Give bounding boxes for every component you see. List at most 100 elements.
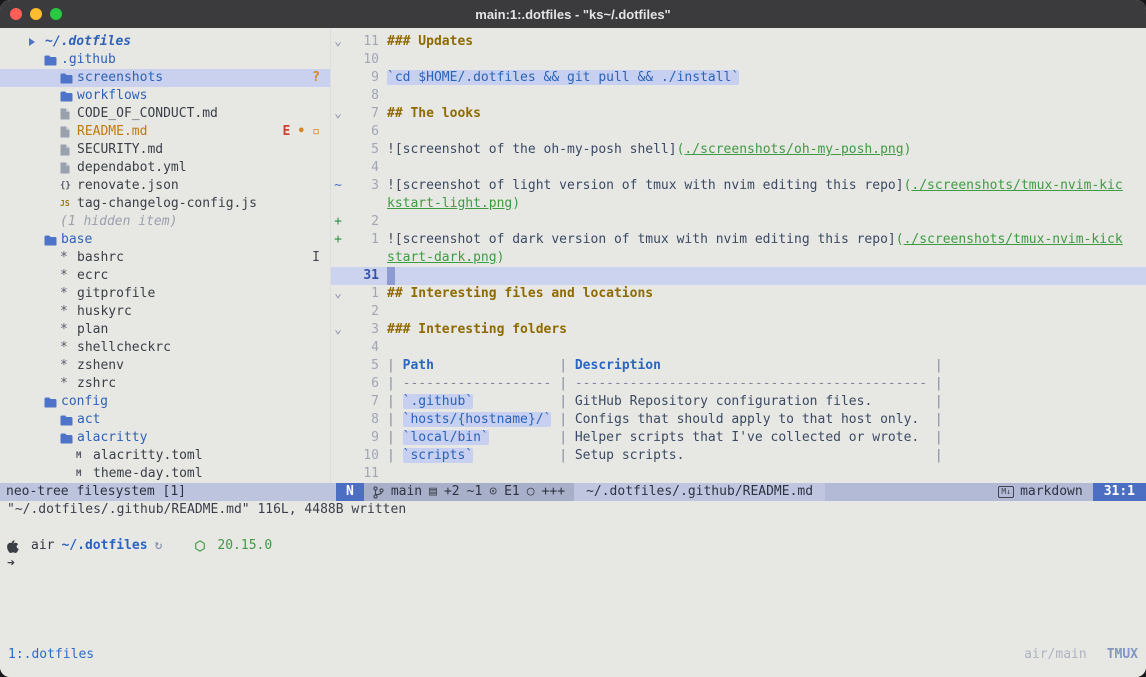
tmux-label: TMUX (1107, 646, 1138, 664)
line-number: 1 (345, 285, 379, 303)
tree-item-.github[interactable]: .github (0, 51, 330, 69)
tree-item-readme.md[interactable]: README.mdE•▫ (0, 123, 330, 141)
tree-item-label: base (61, 231, 92, 249)
tree-item-renovate.json[interactable]: {}renovate.json (0, 177, 330, 195)
json-icon: {} (60, 177, 77, 195)
editor-line[interactable]: kstart-light.png) (331, 195, 1146, 213)
fold-column (331, 159, 345, 177)
line-text (387, 339, 1146, 357)
fold-icon[interactable]: ⌄ (331, 285, 345, 303)
editor-line[interactable]: 6 (331, 123, 1146, 141)
tree-item-zshrc[interactable]: *zshrc (0, 375, 330, 393)
line-number: 9 (345, 69, 379, 87)
tree-item-huskyrc[interactable]: *huskyrc (0, 303, 330, 321)
fold-icon[interactable]: ⌄ (331, 321, 345, 339)
fold-column (331, 303, 345, 321)
line-number: 3 (345, 177, 379, 195)
editor-line[interactable]: 4 (331, 339, 1146, 357)
tree-item-theme-day.toml[interactable]: Mtheme-day.toml (0, 465, 330, 483)
dotfile-icon: * (60, 267, 77, 285)
tree-item-shellcheckrc[interactable]: *shellcheckrc (0, 339, 330, 357)
tree-item-label: huskyrc (77, 303, 132, 321)
git-status-badge: • (297, 123, 305, 141)
tree-item-gitprofile[interactable]: *gitprofile (0, 285, 330, 303)
editor-line[interactable]: 8 (331, 87, 1146, 105)
editor-line[interactable]: 9| `local/bin` | Helper scripts that I'v… (331, 429, 1146, 447)
tree-item-label: README.md (77, 123, 147, 141)
tree-item-bashrc[interactable]: *bashrcI (0, 249, 330, 267)
tree-item-security.md[interactable]: SECURITY.md (0, 141, 330, 159)
editor-line[interactable]: 10| `scripts` | Setup scripts. | (331, 447, 1146, 465)
editor-line[interactable]: 5![screenshot of the oh-my-posh shell](.… (331, 141, 1146, 159)
tree-item-code_of_conduct.md[interactable]: CODE_OF_CONDUCT.md (0, 105, 330, 123)
fold-column (331, 465, 345, 483)
nvim-pane: ~/.dotfiles.githubscreenshots?workflowsC… (0, 28, 1146, 501)
editor-line[interactable]: ⌄7## The looks (331, 105, 1146, 123)
editor-line[interactable]: 9`cd $HOME/.dotfiles && git pull && ./in… (331, 69, 1146, 87)
tree-item-workflows[interactable]: workflows (0, 87, 330, 105)
tree-item-zshenv[interactable]: *zshenv (0, 357, 330, 375)
prompt-path: ~/.dotfiles (61, 537, 147, 555)
line-text: ## The looks (387, 105, 1146, 123)
zoom-button[interactable] (50, 8, 62, 20)
tree-item--1-hidden-item-[interactable]: (1 hidden item) (0, 213, 330, 231)
line-number: 31 (345, 267, 379, 285)
tree-item-plan[interactable]: *plan (0, 321, 330, 339)
git-sign: ~ (331, 177, 345, 195)
git-status-badge: I (312, 249, 320, 267)
line-number: 5 (345, 357, 379, 375)
tree-item-config[interactable]: config (0, 393, 330, 411)
line-text (387, 87, 1146, 105)
editor-line[interactable]: +2 (331, 213, 1146, 231)
editor-line[interactable]: 7| `.github` | GitHub Repository configu… (331, 393, 1146, 411)
tmux-window-name[interactable]: 1:.dotfiles (8, 646, 94, 664)
tree-item-dependabot.yml[interactable]: dependabot.yml (0, 159, 330, 177)
editor-line[interactable]: ⌄1 ## Interesting files and locations (331, 285, 1146, 303)
fold-column (331, 141, 345, 159)
tree-item-screenshots[interactable]: screenshots? (0, 69, 330, 87)
minimize-button[interactable] (30, 8, 42, 20)
editor-line[interactable]: start-dark.png) (331, 249, 1146, 267)
editor-line[interactable]: 8| `hosts/{hostname}/` | Configs that sh… (331, 411, 1146, 429)
fold-column (331, 123, 345, 141)
fold-icon[interactable]: ⌄ (331, 33, 345, 51)
editor-line[interactable]: 5| Path | Description | (331, 357, 1146, 375)
line-number: 4 (345, 339, 379, 357)
editor-line[interactable]: 2 (331, 303, 1146, 321)
tree-item-alacritty.toml[interactable]: Malacritty.toml (0, 447, 330, 465)
editor-line[interactable]: 11 (331, 465, 1146, 483)
tree-item-act[interactable]: act (0, 411, 330, 429)
line-text (387, 267, 1146, 285)
line-text: | `scripts` | Setup scripts. | (387, 447, 1146, 465)
line-text: | ------------------- | ----------------… (387, 375, 1146, 393)
file-tree: ~/.dotfiles.githubscreenshots?workflowsC… (0, 28, 330, 483)
editor-line[interactable]: ~3![screenshot of light version of tmux … (331, 177, 1146, 195)
editor-line[interactable]: ⌄3### Interesting folders (331, 321, 1146, 339)
statusline-spacer (825, 483, 988, 501)
line-text: ## Interesting files and locations (387, 285, 1146, 303)
tree-item-~-.dotfiles[interactable]: ~/.dotfiles (0, 33, 330, 51)
editor-line[interactable]: 10 (331, 51, 1146, 69)
tree-item-ecrc[interactable]: *ecrc (0, 267, 330, 285)
editor-line[interactable]: ⌄11### Updates (331, 33, 1146, 51)
statusline-git-info: main ▤ +2 ~1 ⊙ E1 ○ +++ (364, 483, 574, 501)
line-number: 4 (345, 159, 379, 177)
line-number: 10 (345, 51, 379, 69)
editor-line[interactable]: 6| ------------------- | ---------------… (331, 375, 1146, 393)
editor-line[interactable]: +1![screenshot of dark version of tmux w… (331, 231, 1146, 249)
editor-line[interactable]: 4 (331, 159, 1146, 177)
line-text: ### Updates (387, 33, 1146, 51)
tree-item-tag-changelog-config.js[interactable]: JStag-changelog-config.js (0, 195, 330, 213)
tmux-statusbar: 1:.dotfiles air/main TMUX (0, 646, 1146, 664)
close-button[interactable] (10, 8, 22, 20)
line-number (345, 249, 379, 267)
window-titlebar[interactable]: main:1:.dotfiles - "ks~/.dotfiles" (0, 0, 1146, 29)
folder-icon (44, 397, 61, 408)
line-number: 2 (345, 213, 379, 231)
editor-line-current[interactable]: 31 (331, 267, 1146, 285)
fold-icon[interactable]: ⌄ (331, 105, 345, 123)
tree-item-base[interactable]: base (0, 231, 330, 249)
dotfile-icon: * (60, 249, 77, 267)
cursor-position: 31:1 (1093, 483, 1146, 501)
tree-item-alacritty[interactable]: alacritty (0, 429, 330, 447)
